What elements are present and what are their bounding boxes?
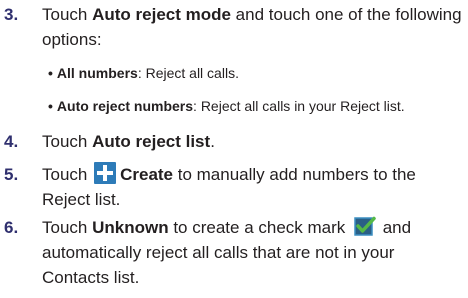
step-text: Touch Auto reject list. [42, 129, 462, 154]
step-text: Touch Auto reject mode and touch one of … [42, 2, 462, 52]
step-text-pre: Touch [42, 165, 93, 184]
option-label: Unknown [92, 218, 169, 237]
step-text-pre: Touch [42, 218, 93, 237]
option-label: Create [120, 165, 174, 184]
check-mark-icon [354, 216, 376, 236]
step-text-line2: Reject list. [42, 190, 121, 209]
create-plus-icon [94, 162, 117, 184]
step-text: Touch Unknown to create a check mark and… [42, 215, 462, 290]
step-number: 3. [4, 5, 19, 24]
step-number: 5. [4, 165, 19, 184]
bullet-desc: : Reject all calls. [137, 65, 239, 81]
option-label: Auto reject mode [92, 5, 231, 24]
step-number: 6. [4, 218, 19, 237]
bullet-icon: • [48, 98, 53, 114]
bullet-title: Auto reject numbers [56, 98, 194, 114]
step-text-pre: Touch [42, 132, 93, 151]
step-text-line2: options: [42, 30, 102, 49]
bullet-title: All numbers [56, 65, 138, 81]
step-text-post: to manually add numbers to the [173, 165, 416, 184]
step-text: Touch Create to manually add numbers to … [42, 162, 462, 212]
bullet-desc: : Reject all calls in your Reject list. [193, 98, 405, 114]
step-text-line3: Contacts list. [42, 268, 140, 287]
option-label: Auto reject list [92, 132, 211, 151]
bullet-item: • Auto reject numbers: Reject all calls i… [48, 96, 462, 116]
bullet-item: • All numbers: Reject all calls. [48, 63, 462, 83]
step-text-post: . [210, 132, 215, 151]
step-number: 4. [4, 132, 19, 151]
step-text-line2: automatically reject all calls that are … [42, 243, 395, 262]
step-text-post: to create a check mark [168, 218, 350, 237]
step-text-post: and touch one of the following [230, 5, 462, 24]
bullet-icon: • [48, 65, 53, 81]
manual-page: 3. Touch Auto reject mode and touch one … [0, 0, 468, 298]
step-text-pre: Touch [42, 5, 93, 24]
step-text-post2: and [378, 218, 412, 237]
